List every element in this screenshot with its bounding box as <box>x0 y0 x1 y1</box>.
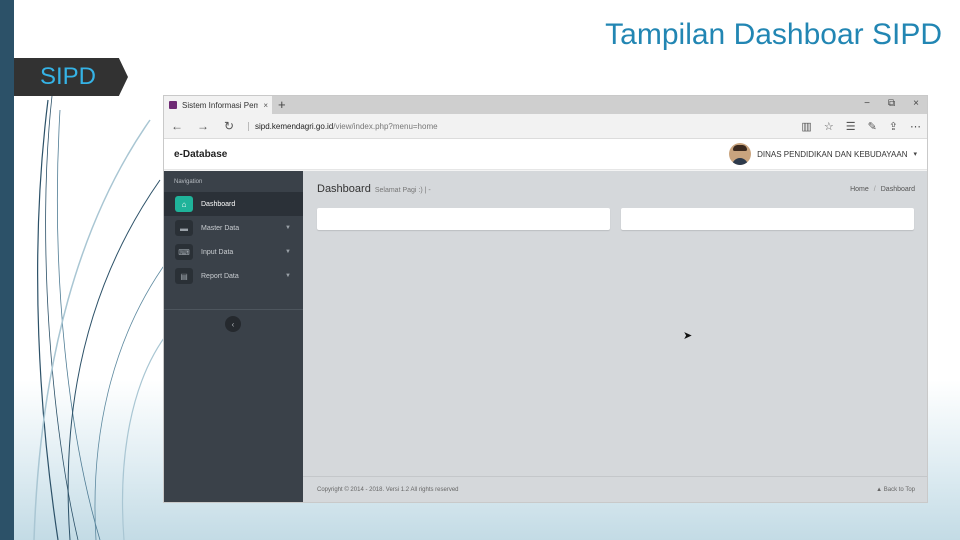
section-tag: SIPD <box>14 58 128 96</box>
sidebar-item-label: Master Data <box>201 224 240 232</box>
note-icon[interactable]: ✎ <box>868 120 877 133</box>
breadcrumb-separator: / <box>873 186 876 193</box>
chevron-down-icon: ▾ <box>913 151 917 158</box>
browser-tab[interactable]: Sistem Informasi Pemba × <box>164 96 272 114</box>
sidebar-item-input-data[interactable]: ⌨ Input Data ▼ <box>164 240 303 264</box>
main-content: Dashboard Selamat Pagi :) | - Home / Das… <box>303 171 927 502</box>
avatar <box>729 143 752 165</box>
app-header: e-Database DINAS PENDIDIKAN DAN KEBUDAYA… <box>164 139 927 170</box>
caret-down-icon: ▼ <box>285 273 291 279</box>
breadcrumb-home[interactable]: Home <box>850 186 869 193</box>
browser-tabbar: Sistem Informasi Pemba × + − ⧉ × <box>164 96 927 114</box>
keyboard-icon: ⌨ <box>175 244 193 260</box>
slide: Tampilan Dashboar SIPD SIPD Sistem Infor… <box>0 0 960 540</box>
hub-icon[interactable]: ☰ <box>846 120 856 133</box>
sidebar-divider <box>164 309 303 310</box>
restore-icon[interactable]: ⧉ <box>888 98 895 109</box>
star-icon[interactable]: ☆ <box>824 120 834 133</box>
back-icon[interactable]: ← <box>164 119 190 133</box>
home-icon: ⌂ <box>175 196 193 212</box>
mouse-cursor-icon: ➤ <box>683 330 693 342</box>
browser-window: Sistem Informasi Pemba × + − ⧉ × ← → ↻ s… <box>163 95 928 503</box>
forward-icon[interactable]: → <box>190 119 216 133</box>
user-name: DINAS PENDIDIKAN DAN KEBUDAYAAN <box>757 149 908 159</box>
caret-down-icon: ▼ <box>285 249 291 255</box>
page-subtitle: Selamat Pagi :) | - <box>374 187 431 194</box>
url-field[interactable]: sipd.kemendagri.go.id/view/index.php?men… <box>248 121 438 131</box>
app-brand[interactable]: e-Database <box>174 149 227 160</box>
page-title: Dashboard <box>317 183 371 195</box>
sidebar-item-report-data[interactable]: ▤ Report Data ▼ <box>164 264 303 288</box>
minimize-icon[interactable]: − <box>864 98 870 109</box>
footer-copyright: Copyright © 2014 - 2018. Versi 1.2 All r… <box>317 487 459 493</box>
dashboard-panel-left <box>317 208 610 230</box>
window-controls: − ⧉ × <box>864 98 919 109</box>
slide-title: Tampilan Dashboar SIPD <box>605 18 942 51</box>
sidebar-item-label: Input Data <box>201 248 234 256</box>
breadcrumb: Home / Dashboard <box>850 186 915 193</box>
close-window-icon[interactable]: × <box>913 98 919 109</box>
sidebar-item-label: Dashboard <box>201 200 236 208</box>
url-host: sipd.kemendagri.go.id <box>255 121 334 131</box>
tab-title: Sistem Informasi Pemba <box>182 100 258 110</box>
dashboard-panel-right <box>621 208 914 230</box>
sidebar-heading: Navigation <box>174 179 203 185</box>
sidebar: Navigation ⌂ Dashboard ▬ Master Data ▼ ⌨… <box>164 171 303 502</box>
new-tab-icon[interactable]: + <box>278 97 286 112</box>
file-icon: ▤ <box>175 268 193 284</box>
more-icon[interactable]: ⋯ <box>910 120 921 133</box>
favicon-icon <box>169 101 177 109</box>
url-path: /view/index.php?menu=home <box>333 121 438 131</box>
sidebar-item-label: Report Data <box>201 272 239 280</box>
reading-view-icon[interactable]: ▥ <box>801 120 811 133</box>
app-body: Navigation ⌂ Dashboard ▬ Master Data ▼ ⌨… <box>164 171 927 502</box>
user-menu[interactable]: DINAS PENDIDIKAN DAN KEBUDAYAAN ▾ <box>729 143 917 165</box>
back-to-top-link[interactable]: ▲ Back to Top <box>876 487 915 493</box>
section-tag-label: SIPD <box>40 63 97 90</box>
sidebar-item-dashboard[interactable]: ⌂ Dashboard <box>164 192 303 216</box>
left-accent-bar <box>0 0 14 540</box>
refresh-icon[interactable]: ↻ <box>216 119 242 133</box>
page-footer: Copyright © 2014 - 2018. Versi 1.2 All r… <box>303 476 927 502</box>
tab-close-icon[interactable]: × <box>263 101 268 110</box>
caret-down-icon: ▼ <box>285 225 291 231</box>
breadcrumb-current: Dashboard <box>880 186 915 193</box>
sidebar-item-master-data[interactable]: ▬ Master Data ▼ <box>164 216 303 240</box>
address-bar: ← → ↻ sipd.kemendagri.go.id/view/index.p… <box>164 114 927 139</box>
page-header: Dashboard Selamat Pagi :) | - <box>317 183 431 195</box>
browser-toolbar: ▥ ☆ ☰ ✎ ⇪ ⋯ <box>801 120 921 133</box>
collapse-sidebar-button[interactable]: ‹ <box>225 316 241 332</box>
folder-icon: ▬ <box>175 220 193 236</box>
share-icon[interactable]: ⇪ <box>889 120 898 133</box>
